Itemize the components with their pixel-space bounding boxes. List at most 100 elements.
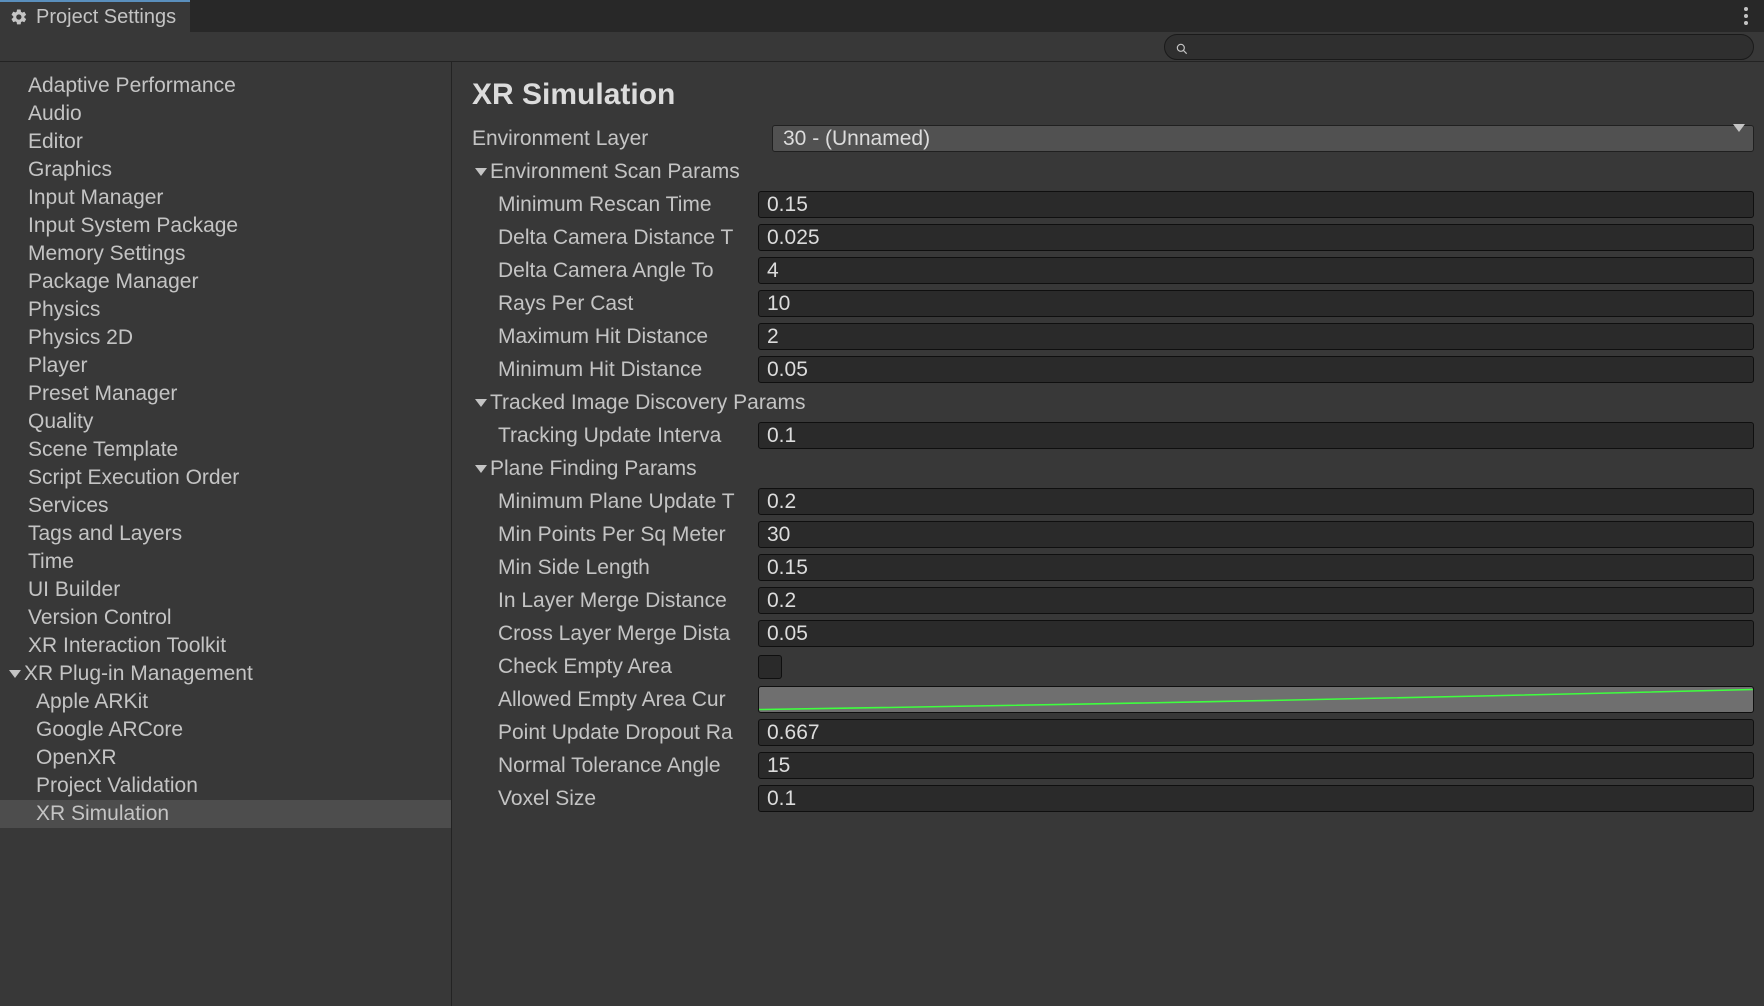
sidebar-item-label: XR Simulation <box>6 802 169 826</box>
sidebar-item-label: Physics 2D <box>24 326 133 350</box>
foldout-arrow-icon <box>6 670 24 678</box>
sidebar-item-label: Scene Template <box>24 438 178 462</box>
section-plane-finding-params[interactable]: Plane Finding Params <box>472 452 1754 485</box>
foldout-arrow-icon <box>472 168 490 176</box>
sidebar-item-tags-and-layers[interactable]: Tags and Layers <box>0 520 451 548</box>
sidebar-item-label: Quality <box>24 410 93 434</box>
input-tracking-update-interva[interactable]: 0.1 <box>758 422 1754 449</box>
row-minimum-hit-distance: Minimum Hit Distance0.05 <box>472 353 1754 386</box>
dropdown-value: 30 - (Unnamed) <box>783 127 930 151</box>
sidebar-item-label: UI Builder <box>24 578 120 602</box>
sidebar-item-openxr[interactable]: OpenXR <box>0 744 451 772</box>
tab-label: Project Settings <box>36 6 176 29</box>
input-point-update-dropout-ra[interactable]: 0.667 <box>758 719 1754 746</box>
tab-project-settings[interactable]: Project Settings <box>0 0 190 32</box>
sidebar-item-time[interactable]: Time <box>0 548 451 576</box>
sidebar-item-label: Input System Package <box>24 214 238 238</box>
input-min-points-per-sq-meter[interactable]: 30 <box>758 521 1754 548</box>
sidebar-item-quality[interactable]: Quality <box>0 408 451 436</box>
input-delta-camera-distance-t[interactable]: 0.025 <box>758 224 1754 251</box>
sidebar-item-memory-settings[interactable]: Memory Settings <box>0 240 451 268</box>
sidebar-item-project-validation[interactable]: Project Validation <box>0 772 451 800</box>
tab-menu-button[interactable] <box>1736 4 1756 28</box>
dropdown-environment-layer[interactable]: 30 - (Unnamed) <box>772 125 1754 152</box>
field-label: Voxel Size <box>472 787 758 811</box>
sidebar-item-xr-simulation[interactable]: XR Simulation <box>0 800 451 828</box>
split-pane: Adaptive PerformanceAudioEditorGraphicsI… <box>0 62 1764 1006</box>
sidebar-item-version-control[interactable]: Version Control <box>0 604 451 632</box>
field-label: Tracking Update Interva <box>472 424 758 448</box>
input-delta-camera-angle-to[interactable]: 4 <box>758 257 1754 284</box>
sidebar-item-label: XR Interaction Toolkit <box>24 634 226 658</box>
input-cross-layer-merge-dista[interactable]: 0.05 <box>758 620 1754 647</box>
field-label: Minimum Plane Update T <box>472 490 758 514</box>
label-environment-layer: Environment Layer <box>472 127 772 151</box>
input-in-layer-merge-distance[interactable]: 0.2 <box>758 587 1754 614</box>
sidebar-item-label: Tags and Layers <box>24 522 182 546</box>
sidebar-item-ui-builder[interactable]: UI Builder <box>0 576 451 604</box>
checkbox-check-empty-area[interactable] <box>758 655 782 679</box>
sidebar-item-label: Editor <box>24 130 83 154</box>
input-min-side-length[interactable]: 0.15 <box>758 554 1754 581</box>
project-settings-window: Project Settings Adaptive PerformanceAud… <box>0 0 1764 1006</box>
sidebar-item-label: Version Control <box>24 606 172 630</box>
row-delta-camera-angle-to: Delta Camera Angle To4 <box>472 254 1754 287</box>
gear-icon <box>10 8 28 26</box>
section-environment-scan-params[interactable]: Environment Scan Params <box>472 155 1754 188</box>
input-voxel-size[interactable]: 0.1 <box>758 785 1754 812</box>
row-environment-layer: Environment Layer 30 - (Unnamed) <box>472 122 1754 155</box>
sidebar-item-adaptive-performance[interactable]: Adaptive Performance <box>0 72 451 100</box>
page-title: XR Simulation <box>472 78 1754 112</box>
sidebar-item-scene-template[interactable]: Scene Template <box>0 436 451 464</box>
sidebar-item-preset-manager[interactable]: Preset Manager <box>0 380 451 408</box>
field-label: Allowed Empty Area Cur <box>472 688 758 712</box>
sidebar-item-player[interactable]: Player <box>0 352 451 380</box>
curve-field[interactable] <box>758 686 1754 713</box>
search-input[interactable] <box>1164 34 1754 60</box>
field-label: Rays Per Cast <box>472 292 758 316</box>
sidebar-item-xr-interaction-toolkit[interactable]: XR Interaction Toolkit <box>0 632 451 660</box>
sidebar-item-label: Services <box>24 494 109 518</box>
field-label: Delta Camera Angle To <box>472 259 758 283</box>
sidebar-item-label: Physics <box>24 298 100 322</box>
tab-bar: Project Settings <box>0 0 1764 32</box>
field-label: Normal Tolerance Angle <box>472 754 758 778</box>
row-normal-tolerance-angle: Normal Tolerance Angle15 <box>472 749 1754 782</box>
sidebar-item-services[interactable]: Services <box>0 492 451 520</box>
sidebar-item-physics[interactable]: Physics <box>0 296 451 324</box>
sidebar-item-audio[interactable]: Audio <box>0 100 451 128</box>
sidebar-item-physics-2d[interactable]: Physics 2D <box>0 324 451 352</box>
field-label: Delta Camera Distance T <box>472 226 758 250</box>
sidebar-item-input-manager[interactable]: Input Manager <box>0 184 451 212</box>
sidebar-item-label: Project Validation <box>6 774 198 798</box>
field-label: Minimum Rescan Time <box>472 193 758 217</box>
input-maximum-hit-distance[interactable]: 2 <box>758 323 1754 350</box>
row-delta-camera-distance-t: Delta Camera Distance T0.025 <box>472 221 1754 254</box>
sidebar-item-apple-arkit[interactable]: Apple ARKit <box>0 688 451 716</box>
row-voxel-size: Voxel Size0.1 <box>472 782 1754 815</box>
row-maximum-hit-distance: Maximum Hit Distance2 <box>472 320 1754 353</box>
row-rays-per-cast: Rays Per Cast10 <box>472 287 1754 320</box>
sidebar-item-label: XR Plug-in Management <box>24 662 253 686</box>
input-minimum-hit-distance[interactable]: 0.05 <box>758 356 1754 383</box>
input-rays-per-cast[interactable]: 10 <box>758 290 1754 317</box>
sidebar-item-label: OpenXR <box>6 746 117 770</box>
field-label: Min Points Per Sq Meter <box>472 523 758 547</box>
sidebar-item-editor[interactable]: Editor <box>0 128 451 156</box>
section-label: Environment Scan Params <box>490 160 740 184</box>
sidebar-item-input-system-package[interactable]: Input System Package <box>0 212 451 240</box>
sidebar-item-graphics[interactable]: Graphics <box>0 156 451 184</box>
row-min-points-per-sq-meter: Min Points Per Sq Meter30 <box>472 518 1754 551</box>
input-minimum-rescan-time[interactable]: 0.15 <box>758 191 1754 218</box>
sidebar-item-package-manager[interactable]: Package Manager <box>0 268 451 296</box>
row-tracking-update-interva: Tracking Update Interva0.1 <box>472 419 1754 452</box>
input-normal-tolerance-angle[interactable]: 15 <box>758 752 1754 779</box>
sidebar-item-label: Time <box>24 550 74 574</box>
sidebar-item-label: Preset Manager <box>24 382 177 406</box>
input-minimum-plane-update-t[interactable]: 0.2 <box>758 488 1754 515</box>
sidebar-item-google-arcore[interactable]: Google ARCore <box>0 716 451 744</box>
sidebar-item-label: Script Execution Order <box>24 466 239 490</box>
sidebar-item-xr-plug-in-management[interactable]: XR Plug-in Management <box>0 660 451 688</box>
sidebar-item-script-execution-order[interactable]: Script Execution Order <box>0 464 451 492</box>
section-tracked-image-discovery-params[interactable]: Tracked Image Discovery Params <box>472 386 1754 419</box>
